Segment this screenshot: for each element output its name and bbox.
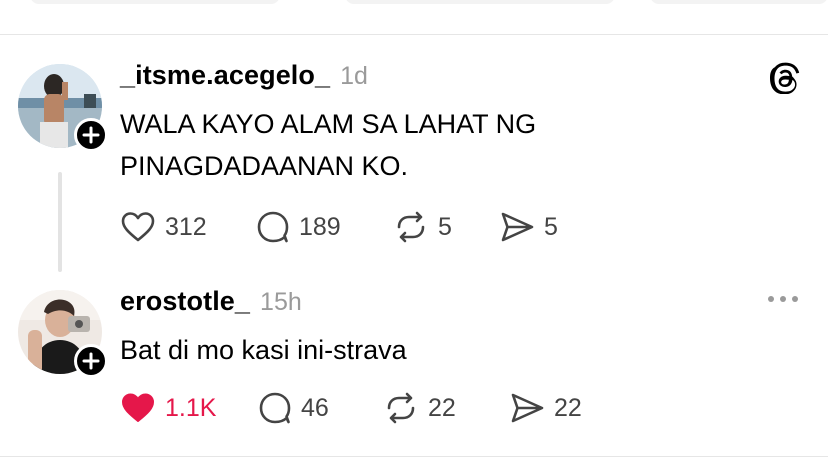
post-text-line: Bat di mo kasi ini-strava — [120, 335, 407, 365]
follow-plus-button[interactable] — [74, 344, 108, 378]
post-header: _itsme.acegelo_ 1d — [120, 60, 368, 91]
comment-button[interactable]: 46 — [258, 391, 383, 425]
share-icon — [501, 212, 534, 242]
top-chip[interactable] — [345, 0, 615, 4]
post-text-line: WALA KAYO ALAM SA LAHAT NG — [120, 109, 537, 139]
like-button[interactable]: 1.1K — [120, 392, 258, 424]
comment-icon — [259, 392, 291, 424]
username[interactable]: erostotle_ — [120, 286, 250, 317]
share-icon — [511, 393, 544, 423]
divider — [0, 34, 828, 35]
like-count: 312 — [165, 212, 207, 241]
thread-connector-line — [58, 172, 62, 272]
repost-button[interactable]: 5 — [393, 211, 499, 243]
avatar-container[interactable] — [18, 64, 108, 152]
post-time: 1d — [340, 62, 368, 90]
like-button[interactable]: 312 — [120, 211, 256, 243]
follow-plus-button[interactable] — [74, 118, 108, 152]
post-actions: 312 189 5 5 — [120, 210, 558, 244]
more-options-icon[interactable] — [768, 296, 798, 302]
top-chip-row — [0, 0, 828, 6]
heart-filled-icon — [122, 393, 154, 422]
post-time: 15h — [260, 288, 302, 316]
plus-icon — [82, 352, 100, 370]
share-button[interactable]: 5 — [499, 211, 558, 243]
post-text-line: PINAGDADAANAN KO. — [120, 151, 409, 181]
username[interactable]: _itsme.acegelo_ — [120, 60, 330, 91]
share-count: 22 — [554, 393, 582, 422]
avatar-container[interactable] — [18, 290, 108, 378]
plus-icon — [82, 126, 100, 144]
comment-count: 189 — [299, 212, 341, 241]
comment-icon — [257, 211, 289, 243]
comment-count: 46 — [301, 393, 329, 422]
repost-count: 5 — [438, 212, 452, 241]
repost-icon — [397, 211, 425, 243]
post-header: erostotle_ 15h — [120, 286, 302, 317]
comment-button[interactable]: 189 — [256, 210, 393, 244]
repost-button[interactable]: 22 — [383, 392, 509, 424]
share-count: 5 — [544, 212, 558, 241]
repost-icon — [387, 392, 415, 424]
top-chip[interactable] — [30, 0, 280, 4]
threads-logo-icon[interactable] — [770, 62, 802, 95]
top-chip[interactable] — [650, 0, 828, 4]
like-count: 1.1K — [165, 393, 217, 422]
post-actions: 1.1K 46 22 22 — [120, 391, 582, 425]
post-text: WALA KAYO ALAM SA LAHAT NG PINAGDADAANAN… — [120, 103, 536, 187]
share-button[interactable]: 22 — [509, 392, 582, 424]
divider — [0, 456, 828, 457]
heart-icon — [121, 212, 155, 242]
repost-count: 22 — [428, 393, 456, 422]
post-text: Bat di mo kasi ini-strava — [120, 329, 407, 371]
